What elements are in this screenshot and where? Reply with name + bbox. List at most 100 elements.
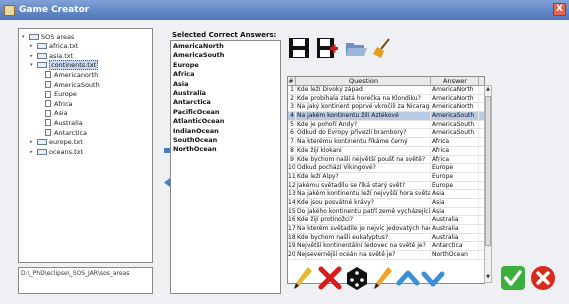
scroll-up-icon[interactable]: ▲ [485, 86, 491, 94]
answer-cell: Africa [431, 146, 479, 155]
table-row[interactable]: 11 Kde leží Alpy? Europe [288, 172, 484, 182]
tree-item[interactable]: Antarctica [38, 128, 87, 137]
tree-item-label: Africa [54, 99, 73, 108]
open-folder-icon[interactable] [344, 37, 368, 59]
cancel-icon[interactable] [530, 265, 556, 291]
table-row[interactable]: 15 Do jakého kontinentu patří země vycház… [288, 207, 484, 217]
table-row[interactable]: 8 Kde žijí klokani Africa [288, 146, 484, 156]
answer-cell: Africa [431, 155, 479, 164]
collapsed-toggle-icon[interactable]: ▸ [30, 53, 37, 59]
row-number: 11 [288, 172, 296, 181]
answer-item[interactable]: Antarctica [171, 98, 280, 107]
answers-list[interactable]: AmericaNorth AmericaSouth Europe Africa Asia… [170, 40, 281, 294]
table-row[interactable]: 16 Kde žijí protinožci? Australia [288, 216, 484, 225]
table-row[interactable]: 12 Jakému světadílu se říká starý svět? Eu… [288, 181, 484, 191]
clear-broom-icon[interactable] [372, 37, 394, 59]
tree-item[interactable]: ▸ africa.txt [30, 42, 78, 51]
tree-item[interactable]: ▸ oceans.txt [30, 147, 83, 156]
table-row[interactable]: 20 Nejsevernější oceán na světě je? NorthO… [288, 251, 484, 260]
folder-icon [37, 148, 47, 155]
question-cell: Na kterém světadíle je nejvíc jedovatých… [297, 225, 431, 233]
row-number: 16 [288, 216, 296, 224]
table-row[interactable]: 3 Na jaký kontinent poprvé vkročili za Ni… [288, 103, 484, 113]
table-row[interactable]: 9 Kde bychom našli největší poušť na svět… [288, 155, 484, 165]
table-row[interactable]: 5 Kde je pohoří Andy? AmericaSouth [288, 120, 484, 130]
tree-item[interactable]: ▸ europe.txt [30, 138, 83, 147]
random-dice-icon[interactable] [345, 265, 369, 291]
question-cell: Kde je pohoří Andy? [296, 120, 431, 129]
collapsed-toggle-icon[interactable]: ▸ [30, 43, 37, 49]
confirm-check-icon[interactable] [500, 265, 526, 291]
answer-item[interactable]: PacificOcean [171, 108, 280, 117]
scroll-down-icon[interactable]: ▼ [485, 274, 491, 282]
column-header-question[interactable]: Question [296, 77, 431, 85]
question-cell: Kde bychom našli eukalyptus? [296, 233, 431, 242]
tree-item[interactable]: Africa [38, 99, 73, 108]
row-number: 15 [288, 207, 296, 216]
table-row[interactable]: 7 Na kterému kontinentu říkáme černý Afric… [288, 138, 484, 147]
answer-item[interactable]: Europe [171, 61, 280, 70]
answer-item[interactable]: SouthOcean [171, 136, 280, 145]
question-cell: Jakému světadílu se říká starý svět? [296, 181, 431, 190]
move-down-icon[interactable] [421, 265, 445, 291]
tree-item-label: africa.txt [49, 42, 79, 51]
save-icon[interactable] [288, 37, 310, 59]
expanded-toggle-icon[interactable]: ▾ [22, 34, 29, 40]
table-row[interactable]: 2 Kde probíhala zlatá horečka na Klondiku… [288, 94, 484, 104]
row-number: 1 [288, 86, 296, 94]
answer-cell: Australia [431, 225, 479, 233]
file-icon [45, 100, 51, 108]
table-row[interactable]: 10 Odkud pochází Vikingové? Europe [288, 164, 484, 173]
question-cell: Kde bychom našli největší poušť na světě… [296, 155, 431, 164]
close-button[interactable]: X [553, 3, 566, 16]
area-tree[interactable]: ▾ SOS areas ▸ africa.txt ▸ asia.txt ▾ continent… [18, 28, 153, 263]
tree-item[interactable]: Australia [38, 118, 83, 127]
answer-item[interactable]: AmericaSouth [171, 51, 280, 60]
column-header-number[interactable]: # [288, 77, 296, 85]
folder-icon [37, 43, 47, 50]
tree-item[interactable]: Asia [38, 109, 68, 118]
delete-x-icon[interactable] [318, 265, 342, 291]
collapsed-toggle-icon[interactable]: ▸ [30, 149, 37, 155]
column-header-answer[interactable]: Answer [431, 77, 479, 85]
table-row[interactable]: 1 Kde leží Divoký západ AmericaNorth [288, 86, 484, 95]
tree-item[interactable]: ▾ continents.txt [30, 60, 99, 71]
table-row[interactable]: 4 Na jakém kontinentu žili Aztékové Americ… [288, 112, 484, 121]
collapsed-toggle-icon[interactable]: ▸ [30, 139, 37, 145]
tree-item-label: Asia [54, 109, 68, 118]
tree-item[interactable]: Americanorth [38, 70, 98, 79]
edit-pencil-icon[interactable] [372, 265, 394, 291]
answer-cell: Antarctica [431, 242, 479, 251]
tree-item-label: AmericaSouth [54, 80, 100, 89]
table-row[interactable]: 19 Největší kontinentální ledovec na svět… [288, 242, 484, 252]
question-cell: Kde leží Alpy? [296, 172, 431, 181]
table-row[interactable]: 13 Na jakém kontinentu leží nejvyšší hora… [288, 190, 484, 199]
row-number: 10 [288, 164, 296, 172]
table-row[interactable]: 17 Na kterém světadíle je nejvíc jedovatý… [288, 225, 484, 234]
tree-item[interactable]: ▸ asia.txt [30, 51, 73, 60]
table-row[interactable]: 18 Kde bychom našli eukalyptus? Australia [288, 233, 484, 243]
tree-item[interactable]: AmericaSouth [38, 80, 100, 89]
save-as-icon[interactable] [316, 37, 338, 59]
file-icon [45, 81, 51, 88]
tree-item[interactable]: Europe [38, 90, 77, 99]
tree-item[interactable]: ▾ SOS areas [22, 32, 74, 41]
answer-item[interactable]: Africa [171, 70, 280, 79]
move-up-icon[interactable] [396, 265, 420, 291]
table-row[interactable]: 14 Kde jsou posvátné krávy? Asia [288, 198, 484, 208]
folder-icon [37, 52, 47, 59]
answer-item[interactable]: IndianOcean [171, 127, 280, 136]
answer-item[interactable]: Asia [171, 80, 280, 89]
row-number: 4 [288, 112, 296, 120]
answer-item[interactable]: AtlanticOcean [171, 117, 280, 126]
table-scrollbar[interactable]: ▲ ▼ [484, 85, 492, 283]
answer-item[interactable]: Australia [171, 89, 280, 98]
answer-item[interactable]: AmericaNorth [171, 42, 280, 51]
table-row[interactable]: 6 Odkud do Evropy přivezli brambory? Ameri… [288, 129, 484, 139]
scroll-thumb[interactable] [485, 96, 491, 246]
questions-table[interactable]: # Question Answer 1 Kde leží Divoký západ… [287, 76, 485, 284]
answer-item[interactable]: NorthOcean [171, 145, 280, 154]
row-number: 8 [288, 146, 296, 155]
edit-pencil-icon[interactable] [292, 265, 314, 291]
expanded-toggle-icon[interactable]: ▾ [30, 62, 37, 68]
